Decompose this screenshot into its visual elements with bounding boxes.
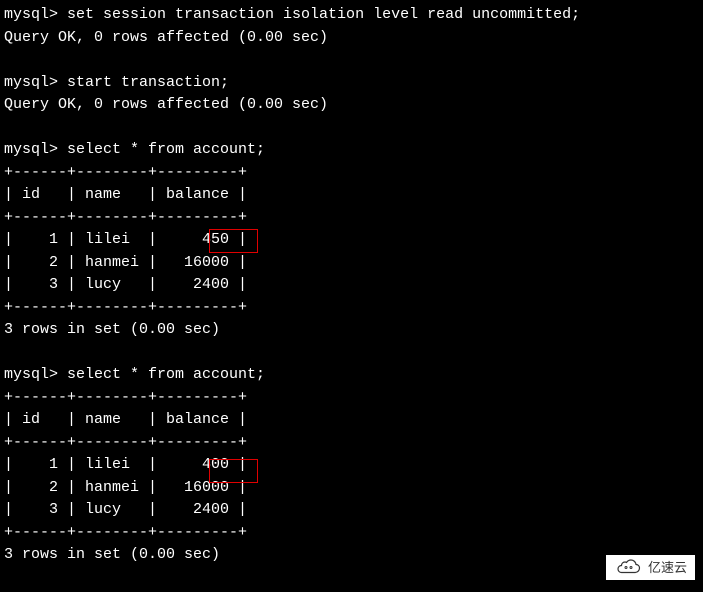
blank-line — [4, 49, 699, 72]
command-line-3: mysql> select * from account; — [4, 139, 699, 162]
table2-row-3: | 3 | lucy | 2400 | — [4, 499, 699, 522]
table1-row-3: | 3 | lucy | 2400 | — [4, 274, 699, 297]
table2-border-mid: +------+--------+---------+ — [4, 432, 699, 455]
table2-response: 3 rows in set (0.00 sec) — [4, 544, 699, 567]
blank-line — [4, 117, 699, 140]
highlight-balance-450 — [209, 229, 258, 253]
table1-border-bottom: +------+--------+---------+ — [4, 297, 699, 320]
watermark-text: 亿速云 — [648, 558, 687, 578]
table2-row-1: | 1 | lilei | 400 | — [4, 454, 699, 477]
table2-border-bottom: +------+--------+---------+ — [4, 522, 699, 545]
table1-header: | id | name | balance | — [4, 184, 699, 207]
table1-border-mid: +------+--------+---------+ — [4, 207, 699, 230]
table2-row-2: | 2 | hanmei | 16000 | — [4, 477, 699, 500]
blank-line — [4, 342, 699, 365]
watermark-logo: 亿速云 — [606, 555, 695, 581]
response-1: Query OK, 0 rows affected (0.00 sec) — [4, 27, 699, 50]
table1-row-2: | 2 | hanmei | 16000 | — [4, 252, 699, 275]
command-line-4: mysql> select * from account; — [4, 364, 699, 387]
table1-border-top: +------+--------+---------+ — [4, 162, 699, 185]
table2-header: | id | name | balance | — [4, 409, 699, 432]
command-line-2: mysql> start transaction; — [4, 72, 699, 95]
table2-border-top: +------+--------+---------+ — [4, 387, 699, 410]
command-line-1: mysql> set session transaction isolation… — [4, 4, 699, 27]
response-2: Query OK, 0 rows affected (0.00 sec) — [4, 94, 699, 117]
cloud-icon — [614, 558, 644, 576]
table1-row-1: | 1 | lilei | 450 | — [4, 229, 699, 252]
table1-response: 3 rows in set (0.00 sec) — [4, 319, 699, 342]
highlight-balance-400 — [209, 459, 258, 483]
